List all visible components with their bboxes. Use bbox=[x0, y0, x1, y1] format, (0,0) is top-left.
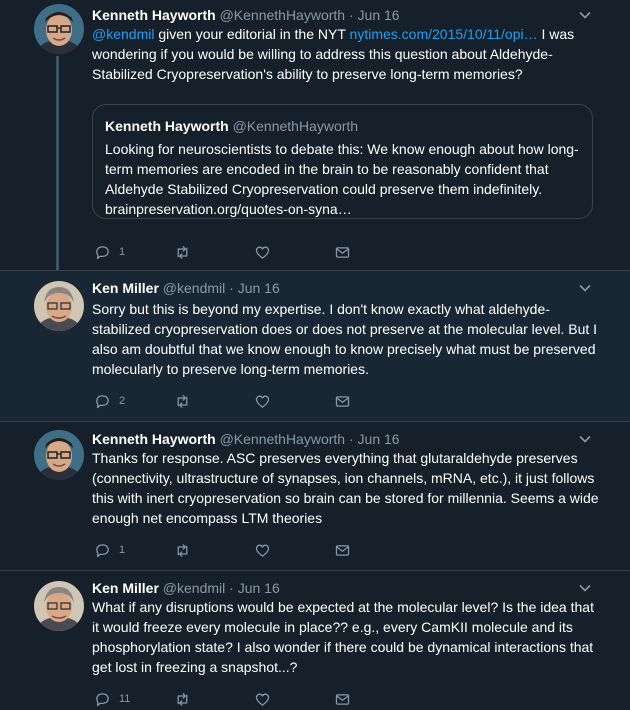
thread-line bbox=[56, 56, 59, 270]
tweet-2[interactable]: Ken Miller @kendmil · Jun 16 Sorry but t… bbox=[0, 271, 630, 421]
author-name[interactable]: Kenneth Hayworth bbox=[92, 431, 216, 447]
retweet-button[interactable] bbox=[174, 690, 191, 708]
like-button[interactable] bbox=[254, 243, 271, 261]
separator-dot: · bbox=[348, 7, 354, 23]
author-name[interactable]: Kenneth Hayworth bbox=[92, 7, 216, 23]
reply-button[interactable]: 11 bbox=[94, 690, 130, 708]
dm-button[interactable] bbox=[334, 690, 351, 708]
tweet-actions: 1 bbox=[94, 541, 394, 559]
tweet-text: @kendmil given your editorial in the NYT… bbox=[92, 24, 602, 84]
quoted-author-name: Kenneth Hayworth bbox=[105, 118, 229, 134]
tweet-header: Ken Miller @kendmil · Jun 16 bbox=[92, 579, 280, 597]
quoted-tweet-text: Looking for neuroscientists to debate th… bbox=[105, 141, 579, 217]
tweet-header: Kenneth Hayworth @KennethHayworth · Jun … bbox=[92, 430, 400, 448]
author-handle[interactable]: @kendmil bbox=[163, 280, 225, 296]
heart-icon bbox=[255, 544, 270, 557]
author-name[interactable]: Ken Miller bbox=[92, 580, 159, 596]
retweet-icon bbox=[177, 543, 188, 557]
envelope-icon bbox=[335, 693, 350, 705]
like-button[interactable] bbox=[254, 690, 271, 708]
chevron-down-icon[interactable] bbox=[578, 8, 592, 22]
envelope-icon bbox=[335, 246, 350, 258]
tweet-text: Thanks for response. ASC preserves every… bbox=[92, 450, 599, 526]
reply-button[interactable]: 1 bbox=[94, 541, 125, 559]
retweet-button[interactable] bbox=[174, 243, 191, 261]
dm-button[interactable] bbox=[334, 541, 351, 559]
reply-count: 1 bbox=[119, 544, 126, 556]
timestamp[interactable]: Jun 16 bbox=[358, 7, 400, 23]
quoted-tweet-header: Kenneth Hayworth @KennethHayworth bbox=[105, 117, 358, 135]
author-handle[interactable]: @KennethHayworth bbox=[220, 431, 346, 447]
mention-link[interactable]: @kendmil bbox=[92, 26, 154, 42]
chevron-down-icon[interactable] bbox=[578, 581, 592, 595]
timestamp[interactable]: Jun 16 bbox=[238, 280, 280, 296]
tweet-4[interactable]: Ken Miller @kendmil · Jun 16 What if any… bbox=[0, 571, 630, 710]
retweet-icon bbox=[177, 245, 188, 259]
tweet-text: What if any disruptions would be expecte… bbox=[92, 599, 594, 675]
separator-dot: · bbox=[229, 580, 234, 596]
heart-icon bbox=[255, 246, 270, 259]
reply-button[interactable]: 2 bbox=[94, 392, 125, 410]
separator-dot: · bbox=[348, 431, 354, 447]
reply-icon bbox=[96, 245, 109, 259]
tweet-header: Ken Miller @kendmil · Jun 16 bbox=[92, 279, 280, 297]
tweet-text-part: given your editorial in the NYT bbox=[154, 26, 350, 42]
author-name[interactable]: Ken Miller bbox=[92, 280, 159, 296]
reply-button[interactable]: 1 bbox=[94, 243, 125, 261]
tweet-actions: 1 bbox=[94, 243, 394, 261]
chevron-down-icon[interactable] bbox=[578, 432, 592, 446]
url-link[interactable]: nytimes.com/2015/10/11/opi… bbox=[350, 26, 538, 42]
reply-count: 11 bbox=[119, 693, 131, 705]
like-button[interactable] bbox=[254, 392, 271, 410]
chevron-down-icon[interactable] bbox=[578, 281, 592, 295]
retweet-button[interactable] bbox=[174, 392, 191, 410]
avatar-kenneth-hayworth[interactable] bbox=[34, 430, 84, 480]
reply-icon bbox=[96, 543, 109, 557]
author-handle[interactable]: @KennethHayworth bbox=[220, 7, 346, 23]
separator-dot: · bbox=[229, 280, 234, 296]
timestamp[interactable]: Jun 16 bbox=[238, 580, 280, 596]
quoted-author-handle: @KennethHayworth bbox=[232, 118, 359, 134]
retweet-icon bbox=[177, 692, 188, 706]
tweet-actions: 2 bbox=[94, 392, 394, 410]
author-handle[interactable]: @kendmil bbox=[163, 580, 225, 596]
reply-icon bbox=[96, 692, 109, 706]
tweet-text: Sorry but this is beyond my expertise. I… bbox=[92, 301, 598, 377]
retweet-icon bbox=[177, 394, 188, 408]
tweet-actions: 11 bbox=[94, 690, 394, 708]
envelope-icon bbox=[335, 544, 350, 556]
quoted-tweet[interactable]: Kenneth Hayworth @KennethHayworth Lookin… bbox=[92, 104, 593, 219]
tweet-header: Kenneth Hayworth @KennethHayworth · Jun … bbox=[92, 6, 400, 24]
timestamp[interactable]: Jun 16 bbox=[358, 431, 400, 447]
tweet-1[interactable]: Kenneth Hayworth @KennethHayworth · Jun … bbox=[0, 0, 630, 270]
dm-button[interactable] bbox=[334, 392, 351, 410]
avatar-ken-miller[interactable] bbox=[34, 581, 84, 631]
reply-icon bbox=[96, 394, 109, 408]
reply-count: 2 bbox=[119, 395, 126, 407]
avatar-ken-miller[interactable] bbox=[34, 281, 84, 331]
envelope-icon bbox=[335, 395, 350, 407]
heart-icon bbox=[255, 693, 270, 706]
retweet-button[interactable] bbox=[174, 541, 191, 559]
dm-button[interactable] bbox=[334, 243, 351, 261]
like-button[interactable] bbox=[254, 541, 271, 559]
tweet-3[interactable]: Kenneth Hayworth @KennethHayworth · Jun … bbox=[0, 422, 630, 570]
heart-icon bbox=[255, 395, 270, 408]
reply-count: 1 bbox=[119, 246, 126, 258]
avatar-kenneth-hayworth[interactable] bbox=[34, 4, 84, 54]
